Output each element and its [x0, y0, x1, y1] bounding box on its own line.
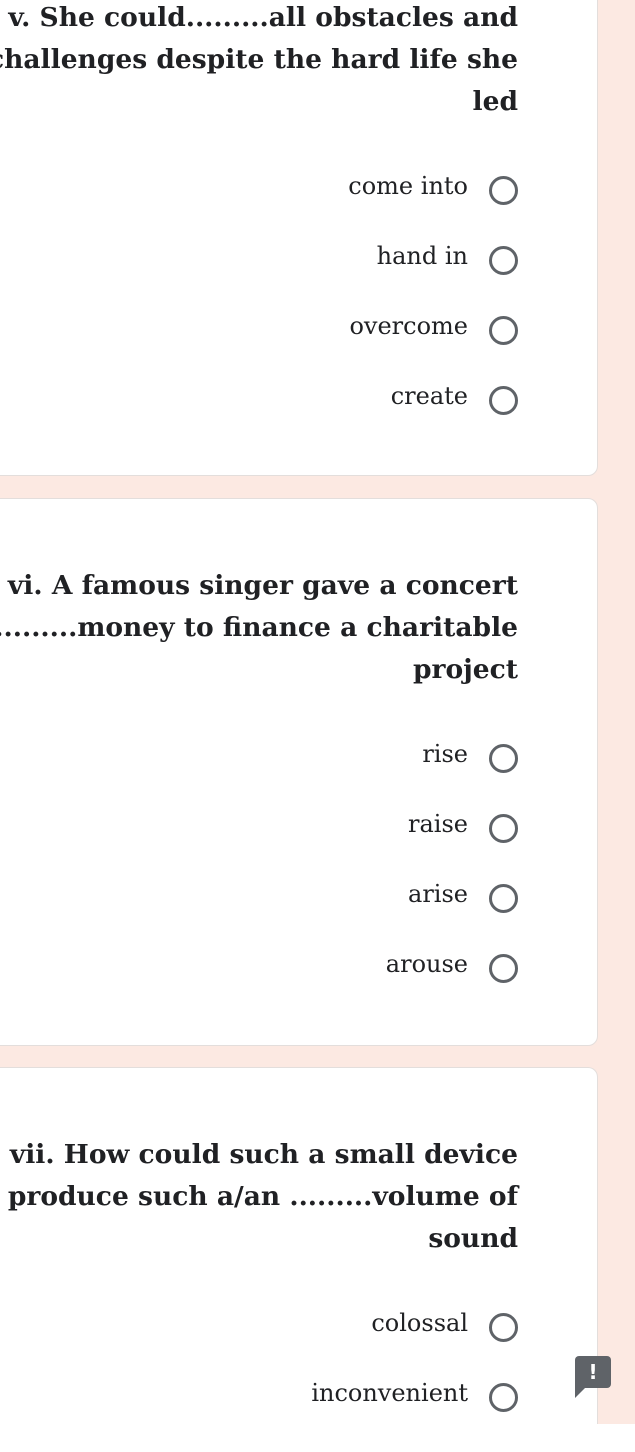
option-raise[interactable]: raise: [408, 808, 518, 848]
bottom-bar: [0, 1424, 635, 1452]
question-line: project: [413, 654, 518, 685]
question-line: led: [472, 86, 518, 117]
report-feedback-button[interactable]: !: [575, 1356, 611, 1398]
page-background-strip: [598, 0, 635, 1424]
option-inconvenient[interactable]: inconvenient: [311, 1377, 518, 1417]
question-line: produce such a/an .........volume of: [7, 1181, 518, 1212]
question-line: to...........money to finance a charitab…: [0, 612, 518, 643]
option-colossal[interactable]: colossal: [371, 1307, 518, 1347]
option-label: arise: [408, 880, 468, 908]
radio-button[interactable]: [489, 245, 518, 275]
radio-button[interactable]: [489, 743, 518, 773]
option-create[interactable]: create: [391, 380, 518, 420]
question-text-vii: vii. How could such a small device produ…: [8, 1134, 518, 1260]
option-rise[interactable]: rise: [422, 738, 518, 778]
option-come-into[interactable]: come into: [348, 170, 518, 210]
radio-button[interactable]: [489, 315, 518, 345]
radio-button[interactable]: [489, 1312, 518, 1342]
question-text-vi: vi. A famous singer gave a concert to...…: [0, 565, 518, 691]
option-overcome[interactable]: overcome: [349, 310, 518, 350]
question-card-v: v. She could.........all obstacles and c…: [0, 0, 598, 476]
question-text-v: v. She could.........all obstacles and c…: [0, 0, 518, 123]
radio-button[interactable]: [489, 1382, 518, 1412]
exclamation-icon: !: [588, 1360, 598, 1384]
option-label: raise: [408, 810, 468, 838]
option-label: colossal: [371, 1309, 468, 1337]
question-line: sound: [428, 1223, 518, 1254]
option-hand-in[interactable]: hand in: [377, 240, 518, 280]
question-line: challenges despite the hard life she: [0, 44, 518, 75]
question-line: vii. How could such a small device: [9, 1139, 518, 1170]
option-label: inconvenient: [311, 1379, 468, 1407]
form-page: v. She could.........all obstacles and c…: [0, 0, 635, 1452]
radio-button[interactable]: [489, 813, 518, 843]
option-label: rise: [422, 740, 468, 768]
radio-button[interactable]: [489, 175, 518, 205]
radio-button[interactable]: [489, 385, 518, 415]
option-label: hand in: [376, 242, 468, 270]
question-line: v. She could.........all obstacles and: [8, 2, 518, 33]
question-card-vii: * vii. How could such a small device pro…: [0, 1067, 598, 1437]
option-arise[interactable]: arise: [408, 878, 518, 918]
question-card-vi: * vi. A famous singer gave a concert to.…: [0, 498, 598, 1046]
option-label: overcome: [349, 312, 468, 340]
option-arouse[interactable]: arouse: [386, 948, 518, 988]
radio-button[interactable]: [489, 883, 518, 913]
option-label: arouse: [385, 950, 468, 978]
option-label: come into: [348, 172, 468, 200]
option-label: create: [390, 382, 468, 410]
radio-button[interactable]: [489, 953, 518, 983]
question-line: vi. A famous singer gave a concert: [7, 570, 518, 601]
